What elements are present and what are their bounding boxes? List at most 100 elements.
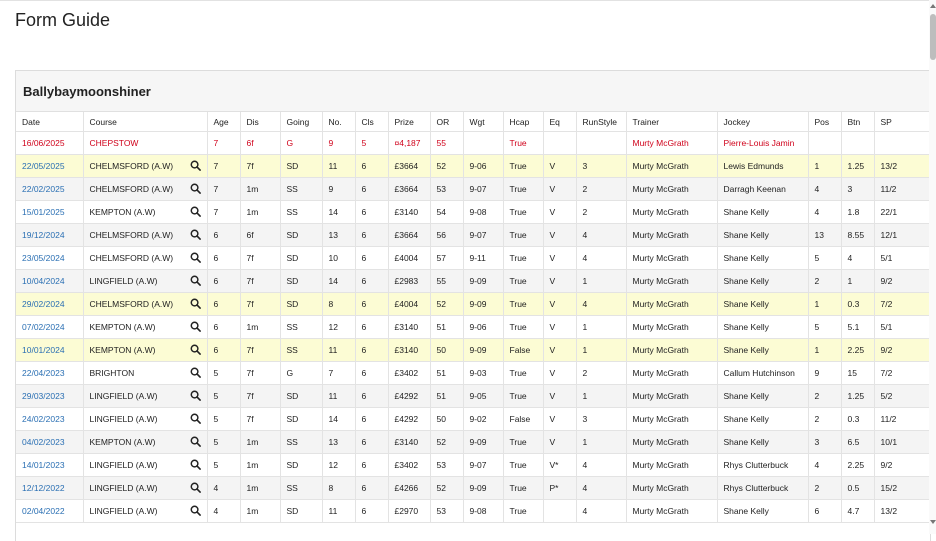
cell-going: SD: [280, 384, 323, 408]
scroll-up-arrow-icon[interactable]: [930, 4, 936, 8]
column-header-trainer[interactable]: Trainer: [626, 112, 718, 132]
cell-course: LINGFIELD (A.W): [83, 453, 208, 477]
cell-or: 55: [430, 131, 464, 155]
cell-prize: £4292: [388, 407, 431, 431]
cell-btn: 5.1: [841, 315, 875, 339]
cell-date[interactable]: 29/03/2023: [16, 384, 84, 408]
column-header-wgt[interactable]: Wgt: [463, 112, 504, 132]
cell-sp: 22/1: [874, 200, 931, 224]
cell-jockey: Shane Kelly: [717, 223, 809, 247]
column-header-jockey[interactable]: Jockey: [717, 112, 809, 132]
table-row: 02/04/2022 LINGFIELD (A.W) 4 1m SD 11 6 £2970 53…: [16, 499, 931, 523]
course-name: KEMPTON (A.W): [89, 437, 156, 447]
search-icon[interactable]: [190, 229, 201, 240]
column-header-going[interactable]: Going: [280, 112, 323, 132]
cell-or: 57: [430, 246, 464, 270]
search-icon[interactable]: [190, 206, 201, 217]
search-icon[interactable]: [190, 321, 201, 332]
cell-btn: 6.5: [841, 430, 875, 454]
column-header-or[interactable]: OR: [430, 112, 464, 132]
cell-or: 52: [430, 292, 464, 316]
cell-sp: 11/2: [874, 177, 931, 201]
column-header-btn[interactable]: Btn: [841, 112, 875, 132]
cell-eq: V*: [543, 453, 577, 477]
cell-jockey: Shane Kelly: [717, 499, 809, 523]
cell-date[interactable]: 12/12/2022: [16, 476, 84, 500]
course-name: CHELMSFORD (A.W): [89, 253, 174, 263]
cell-pos: [808, 131, 842, 155]
column-header-date[interactable]: Date: [16, 112, 84, 132]
cell-hcap: True: [503, 453, 544, 477]
column-header-sp[interactable]: SP: [874, 112, 931, 132]
cell-sp: 9/2: [874, 453, 931, 477]
column-header-eq[interactable]: Eq: [543, 112, 577, 132]
cell-date[interactable]: 10/04/2024: [16, 269, 84, 293]
cell-hcap: False: [503, 338, 544, 362]
cell-runstyle: 1: [576, 315, 627, 339]
course-name: LINGFIELD (A.W): [89, 276, 158, 286]
column-header-prize[interactable]: Prize: [388, 112, 431, 132]
cell-jockey: Shane Kelly: [717, 315, 809, 339]
column-header-pos[interactable]: Pos: [808, 112, 842, 132]
cell-or: 52: [430, 476, 464, 500]
cell-trainer: Murty McGrath: [626, 292, 718, 316]
cell-date[interactable]: 23/05/2024: [16, 246, 84, 270]
search-icon[interactable]: [190, 390, 201, 401]
column-header-runstyle[interactable]: RunStyle: [576, 112, 627, 132]
table-row: 12/12/2022 LINGFIELD (A.W) 4 1m SS 8 6 £4266 52 9…: [16, 476, 931, 500]
cell-age: 5: [207, 430, 241, 454]
column-header-no[interactable]: No.: [322, 112, 356, 132]
cell-age: 4: [207, 499, 241, 523]
cell-date[interactable]: 04/02/2023: [16, 430, 84, 454]
column-header-course[interactable]: Course: [83, 112, 208, 132]
search-icon[interactable]: [190, 344, 201, 355]
cell-trainer: Murty McGrath: [626, 407, 718, 431]
search-icon[interactable]: [190, 183, 201, 194]
cell-cls: 6: [355, 430, 389, 454]
cell-date[interactable]: 10/01/2024: [16, 338, 84, 362]
search-icon[interactable]: [190, 482, 201, 493]
cell-date[interactable]: 14/01/2023: [16, 453, 84, 477]
cell-going: SS: [280, 338, 323, 362]
cell-date[interactable]: 19/12/2024: [16, 223, 84, 247]
cell-date[interactable]: 22/05/2025: [16, 154, 84, 178]
cell-cls: 6: [355, 315, 389, 339]
cell-wgt: 9-09: [463, 476, 504, 500]
scrollbar-thumb[interactable]: [930, 14, 936, 60]
search-icon[interactable]: [190, 436, 201, 447]
cell-going: SD: [280, 453, 323, 477]
search-icon[interactable]: [190, 298, 201, 309]
cell-sp: 12/1: [874, 223, 931, 247]
search-icon[interactable]: [190, 252, 201, 263]
cell-hcap: False: [503, 407, 544, 431]
cell-date[interactable]: 16/06/2025: [16, 131, 84, 155]
scrollbar[interactable]: [929, 0, 936, 534]
cell-eq: V: [543, 338, 577, 362]
cell-date[interactable]: 22/04/2023: [16, 361, 84, 385]
cell-date[interactable]: 07/02/2024: [16, 315, 84, 339]
cell-date[interactable]: 29/02/2024: [16, 292, 84, 316]
cell-date[interactable]: 15/01/2025: [16, 200, 84, 224]
cell-pos: 6: [808, 499, 842, 523]
column-header-dis[interactable]: Dis: [240, 112, 281, 132]
search-icon[interactable]: [190, 367, 201, 378]
cell-date[interactable]: 02/04/2022: [16, 499, 84, 523]
cell-dis: 7f: [240, 338, 281, 362]
scroll-down-arrow-icon[interactable]: [930, 520, 936, 524]
cell-hcap: True: [503, 223, 544, 247]
cell-date[interactable]: 24/02/2023: [16, 407, 84, 431]
cell-course: CHELMSFORD (A.W): [83, 223, 208, 247]
search-icon[interactable]: [190, 413, 201, 424]
table-header-row: Date Course Age Dis Going No. Cls Prize OR Wgt Hca…: [16, 112, 931, 132]
cell-date[interactable]: 22/02/2025: [16, 177, 84, 201]
column-header-hcap[interactable]: Hcap: [503, 112, 544, 132]
search-icon[interactable]: [190, 160, 201, 171]
cell-course: CHELMSFORD (A.W): [83, 177, 208, 201]
course-name: BRIGHTON: [89, 368, 135, 378]
column-header-age[interactable]: Age: [207, 112, 241, 132]
search-icon[interactable]: [190, 505, 201, 516]
cell-hcap: True: [503, 246, 544, 270]
search-icon[interactable]: [190, 459, 201, 470]
search-icon[interactable]: [190, 275, 201, 286]
column-header-cls[interactable]: Cls: [355, 112, 389, 132]
